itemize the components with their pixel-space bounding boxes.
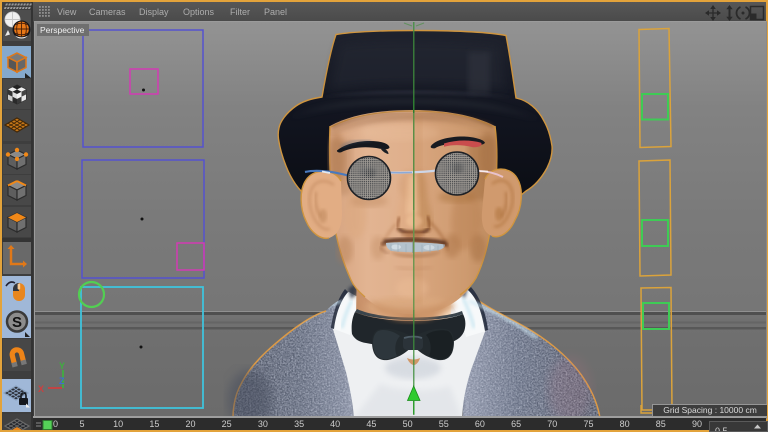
svg-text:S: S <box>12 314 22 331</box>
svg-text:Z: Z <box>59 376 65 386</box>
svg-text:Y: Y <box>59 361 65 371</box>
svg-text:X: X <box>38 384 44 394</box>
